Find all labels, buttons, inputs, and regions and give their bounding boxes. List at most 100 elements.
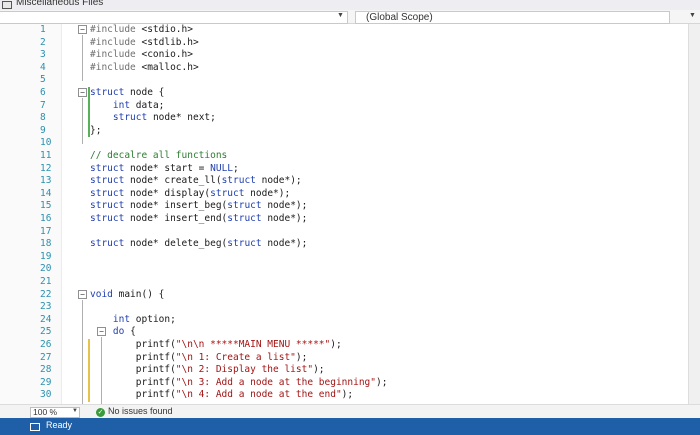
code-text: void main() { [90, 288, 165, 300]
code-line[interactable]: 3 #include <conio.h> [0, 49, 688, 61]
chevron-down-icon[interactable]: ▼ [689, 12, 696, 19]
line-number: 1 [40, 24, 46, 35]
code-text: struct node* display(struct node*); [90, 187, 291, 199]
line-number: 22 [40, 288, 52, 300]
code-line[interactable]: 2 #include <stdlib.h> [0, 37, 688, 49]
code-line[interactable]: 27 printf("\n 1: Create a list"); [0, 352, 688, 364]
line-number: 4 [40, 61, 46, 73]
code-text: struct node* next; [112, 112, 216, 124]
change-marker [88, 339, 90, 402]
code-line[interactable]: 22 − void main() { [0, 289, 688, 301]
fold-guide [82, 299, 83, 409]
line-number: 12 [40, 162, 52, 174]
code-line[interactable]: 4 #include <malloc.h> [0, 62, 688, 74]
code-text: printf("\n 2: Display the list"); [90, 364, 325, 376]
collapse-icon[interactable]: − [78, 289, 87, 299]
code-line[interactable]: 14 struct node* display(struct node*); [0, 188, 688, 200]
code-line[interactable]: 15 struct node* insert_beg(struct node*); [0, 200, 688, 212]
code-text: printf("\n\n *****MAIN MENU *****"); [90, 339, 342, 350]
line-number: 26 [40, 339, 52, 350]
line-number: 2 [40, 36, 46, 48]
line-number: 29 [40, 376, 52, 388]
code-line[interactable]: 29 printf("\n 3: Add a node at the begin… [0, 377, 688, 389]
collapse-icon[interactable]: − [78, 88, 87, 97]
line-number: 30 [40, 389, 52, 401]
ready-label: Ready [46, 420, 73, 430]
code-line[interactable]: 25− do { [0, 326, 688, 338]
code-text: #include <stdlib.h> [90, 36, 199, 48]
code-line[interactable]: 5 [0, 74, 688, 86]
chevron-down-icon[interactable]: ▼ [337, 12, 344, 19]
output-icon[interactable] [30, 423, 40, 431]
code-text: }; [90, 124, 102, 136]
line-number: 16 [40, 213, 52, 224]
code-text: do { [112, 326, 136, 338]
code-editor[interactable]: 1− #include <stdio.h> 2 #include <stdlib.h>… [0, 24, 688, 409]
code-line[interactable]: 26 printf("\n\n *****MAIN MENU *****"); [0, 339, 688, 351]
code-text: // decalre all functions [90, 150, 228, 161]
line-number: 24 [40, 313, 52, 325]
code-text: struct node* insert_end(struct node*); [90, 213, 308, 224]
window-title: Miscellaneous Files [16, 0, 104, 8]
code-line[interactable]: 30 printf("\n 4: Add a node at the end")… [0, 389, 688, 401]
code-text: struct node* delete_beg(struct node*); [90, 238, 308, 250]
code-text: struct node { [90, 87, 165, 98]
line-number: 6 [40, 87, 46, 98]
line-number: 8 [40, 112, 46, 124]
code-text: printf("\n 3: Add a node at the beginnin… [90, 376, 388, 388]
code-line[interactable]: 10 [0, 137, 688, 149]
code-line[interactable]: 18 struct node* delete_beg(struct node*); [0, 238, 688, 250]
issues-status[interactable]: No issues found [108, 406, 173, 416]
code-line[interactable]: 7 int data; [0, 100, 688, 112]
fold-guide [82, 98, 83, 145]
code-text: #include <stdio.h> [90, 24, 193, 35]
code-line[interactable]: 6 − struct node { [0, 87, 688, 99]
line-number: 28 [40, 364, 52, 376]
code-text: int data; [112, 99, 165, 111]
code-line[interactable]: 12 struct node* start = NULL; [0, 163, 688, 175]
code-line[interactable]: 9}; [0, 125, 688, 137]
code-line[interactable]: 19 [0, 251, 688, 263]
code-text: #include <malloc.h> [90, 61, 199, 73]
line-number: 25 [40, 326, 52, 338]
code-line[interactable]: 17 [0, 226, 688, 238]
code-line[interactable]: 24 int option; [0, 314, 688, 326]
fold-guide [82, 35, 83, 82]
code-text: printf("\n 1: Create a list"); [90, 351, 308, 363]
code-line[interactable]: 21 [0, 276, 688, 288]
line-number: 27 [40, 351, 52, 363]
line-number: 21 [40, 276, 52, 287]
status-bar: Ready [0, 418, 700, 435]
line-number: 9 [40, 124, 46, 136]
code-text: struct node* insert_beg(struct node*); [90, 200, 308, 212]
code-line[interactable]: 23 [0, 301, 688, 313]
scope-dropdown[interactable]: (Global Scope) [355, 11, 670, 24]
collapse-icon[interactable]: − [78, 25, 87, 34]
line-number: 18 [40, 238, 52, 250]
line-number: 17 [40, 225, 52, 237]
code-line[interactable]: 1 − #include <stdio.h> [0, 24, 688, 36]
line-number: 23 [40, 301, 52, 313]
check-circle-icon: ✓ [96, 408, 105, 417]
code-text: #include <conio.h> [90, 49, 193, 61]
code-text: printf("\n 4: Add a node at the end"); [90, 389, 354, 401]
vertical-scrollbar[interactable] [688, 24, 700, 404]
line-number: 3 [40, 49, 46, 61]
code-line[interactable]: 16 struct node* insert_end(struct node*); [0, 213, 688, 225]
line-number: 20 [40, 263, 52, 275]
line-number: 13 [40, 175, 52, 187]
editor-status-row: 100 % ▼ ✓ No issues found [0, 404, 700, 418]
code-line[interactable]: 8 struct node* next; [0, 112, 688, 124]
code-text: struct node* create_ll(struct node*); [90, 175, 302, 187]
fold-guide [101, 337, 102, 409]
line-number: 19 [40, 250, 52, 262]
line-number: 7 [40, 99, 46, 111]
chevron-down-icon[interactable]: ▼ [72, 408, 78, 414]
code-line[interactable]: 11 // decalre all functions [0, 150, 688, 162]
code-line[interactable]: 13 struct node* create_ll(struct node*); [0, 175, 688, 187]
line-number: 14 [40, 187, 52, 199]
code-line[interactable]: 28 printf("\n 2: Display the list"); [0, 364, 688, 376]
project-dropdown[interactable] [0, 11, 348, 24]
line-number: 15 [40, 200, 52, 212]
code-line[interactable]: 20 [0, 263, 688, 275]
